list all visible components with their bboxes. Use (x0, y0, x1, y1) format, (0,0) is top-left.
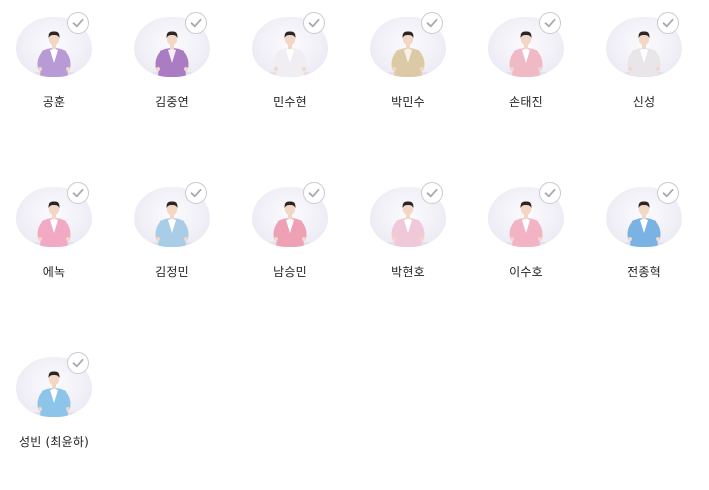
check-icon[interactable] (539, 12, 561, 34)
member-card[interactable]: 공훈 (10, 0, 118, 150)
member-name: 김중연 (155, 95, 189, 109)
member-name: 성빈 (최윤하) (19, 435, 89, 449)
member-card[interactable]: 이수호 (482, 170, 590, 320)
member-name: 박민수 (391, 95, 425, 109)
member-name: 신성 (632, 95, 656, 109)
member-name: 박현호 (391, 265, 425, 279)
member-name: 손태진 (509, 95, 543, 109)
member-name: 에녹 (42, 265, 66, 279)
member-card[interactable]: 박민수 (364, 0, 472, 150)
member-name: 김정민 (155, 265, 189, 279)
check-icon[interactable] (421, 12, 443, 34)
member-card[interactable]: 에녹 (10, 170, 118, 320)
check-icon[interactable] (185, 12, 207, 34)
member-card[interactable]: 김정민 (128, 170, 236, 320)
member-card[interactable]: 김중연 (128, 0, 236, 150)
member-card[interactable]: 박현호 (364, 170, 472, 320)
check-icon[interactable] (657, 12, 679, 34)
member-card[interactable]: 민수현 (246, 0, 354, 150)
check-icon[interactable] (303, 182, 325, 204)
member-card[interactable]: 남승민 (246, 170, 354, 320)
member-card[interactable]: 신성 (600, 0, 708, 150)
member-grid: 공훈 김중연 민수현 박민수 손태진 신성에녹 김정민 남승민 박현호 이수호 전종혁성빈 (최윤하… (0, 0, 709, 486)
check-icon[interactable] (303, 12, 325, 34)
member-name: 민수현 (273, 95, 307, 109)
check-icon[interactable] (67, 352, 89, 374)
check-icon[interactable] (185, 182, 207, 204)
check-icon[interactable] (67, 12, 89, 34)
check-icon[interactable] (657, 182, 679, 204)
member-card[interactable]: 성빈 (최윤하) (10, 340, 118, 490)
check-icon[interactable] (539, 182, 561, 204)
member-name: 이수호 (509, 265, 543, 279)
member-name: 남승민 (273, 265, 307, 279)
member-card[interactable]: 전종혁 (600, 170, 708, 320)
member-card[interactable]: 손태진 (482, 0, 590, 150)
check-icon[interactable] (421, 182, 443, 204)
member-name: 공훈 (42, 95, 66, 109)
check-icon[interactable] (67, 182, 89, 204)
member-name: 전종혁 (627, 265, 661, 279)
